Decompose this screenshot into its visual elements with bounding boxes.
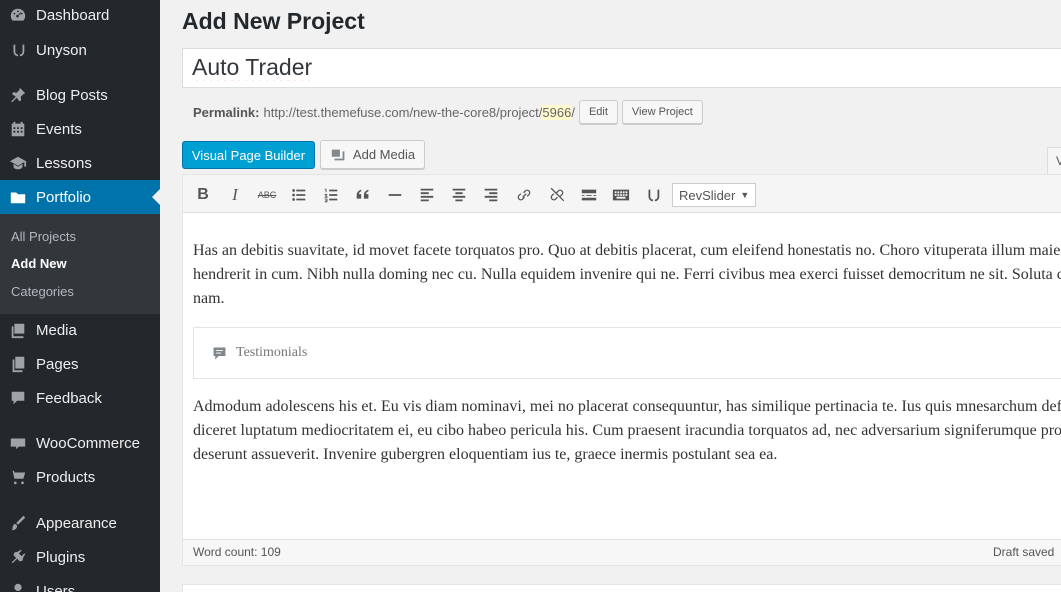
sidebar-item-dashboard[interactable]: Dashboard <box>0 0 160 32</box>
numbered-list-icon[interactable] <box>321 185 341 205</box>
submenu-categories[interactable]: Categories <box>11 284 74 299</box>
sidebar-item-woocommerce[interactable]: WooCommerce <box>0 426 160 460</box>
users-icon <box>9 582 27 592</box>
align-right-icon[interactable] <box>481 185 501 205</box>
add-media-button[interactable]: Add Media <box>320 140 425 169</box>
sidebar-item-blog-posts[interactable]: Blog Posts <box>0 78 160 112</box>
post-title-field[interactable] <box>182 48 1061 88</box>
add-media-label: Add Media <box>352 147 416 162</box>
post-editor: B I ABC RevSlider ▼ Has an debitis suavi… <box>182 174 1061 566</box>
horizontal-line-icon[interactable] <box>385 185 405 205</box>
sidebar-item-label: WooCommerce <box>36 434 140 452</box>
revslider-dropdown[interactable]: RevSlider ▼ <box>672 183 756 207</box>
sidebar-item-label: Blog Posts <box>36 86 108 104</box>
dashboard-icon <box>9 6 27 24</box>
woo-icon <box>9 434 27 452</box>
unyson-icon <box>9 41 27 59</box>
sidebar-item-events[interactable]: Events <box>0 112 160 146</box>
revslider-label: RevSlider <box>679 187 736 203</box>
sidebar-item-label: Feedback <box>36 389 102 407</box>
editor-content-2[interactable]: Admodum adolescens his et. Eu vis diam n… <box>193 395 1061 467</box>
italic-icon[interactable]: I <box>225 185 245 205</box>
testimonials-label: Testimonials <box>236 345 308 360</box>
editor-toolbar: B I ABC RevSlider ▼ <box>183 175 1061 213</box>
sidebar-item-portfolio[interactable]: Portfolio <box>0 180 160 214</box>
add-media-icon <box>330 146 348 164</box>
sidebar-item-label: Pages <box>36 355 79 373</box>
strikethrough-icon[interactable]: ABC <box>257 185 277 205</box>
plugin-icon <box>9 548 27 566</box>
edit-permalink-button[interactable]: Edit <box>578 100 618 124</box>
align-left-icon[interactable] <box>417 185 437 205</box>
word-count: Word count: 109 <box>193 545 281 559</box>
bold-icon[interactable]: B <box>193 185 213 205</box>
comment-icon <box>9 389 27 407</box>
brush-icon <box>9 514 27 532</box>
sidebar-item-label: Media <box>36 321 77 339</box>
sidebar-item-unyson[interactable]: Unyson <box>0 33 160 67</box>
sidebar-item-label: Lessons <box>36 154 92 172</box>
sidebar-item-label: Users <box>36 582 76 592</box>
permalink-base: http://test.themefuse.com/new-the-core8/… <box>263 104 543 120</box>
permalink-tail: / <box>571 104 575 120</box>
post-title-input[interactable] <box>192 54 1052 81</box>
blockquote-icon[interactable] <box>353 185 373 205</box>
align-center-icon[interactable] <box>449 185 469 205</box>
editor-tab-visual[interactable]: V <box>1047 147 1061 174</box>
sidebar-item-appearance[interactable]: Appearance <box>0 506 160 540</box>
page-title: Add New Project <box>182 8 365 34</box>
sidebar-item-label: Events <box>36 120 82 138</box>
admin-sidebar: Dashboard Unyson Blog Posts Events Lesso… <box>0 0 160 592</box>
visual-page-builder-button[interactable]: Visual Page Builder <box>182 141 315 169</box>
sidebar-item-pages[interactable]: Pages <box>0 347 160 381</box>
mortarboard-icon <box>9 154 27 172</box>
content-paragraph-1[interactable]: Has an debitis suavitate, id movet facet… <box>193 239 1061 311</box>
editor-content[interactable]: Has an debitis suavitate, id movet facet… <box>193 239 1061 311</box>
pin-icon <box>9 86 27 104</box>
sidebar-item-users[interactable]: Users <box>0 574 160 592</box>
bullet-list-icon[interactable] <box>289 185 309 205</box>
chevron-down-icon: ▼ <box>740 190 750 200</box>
sidebar-item-products[interactable]: Products <box>0 460 160 494</box>
next-metabox <box>182 584 1061 592</box>
sidebar-item-label: Products <box>36 468 96 486</box>
sidebar-item-label: Plugins <box>36 548 86 566</box>
pages-icon <box>9 355 27 373</box>
sidebar-item-plugins[interactable]: Plugins <box>0 540 160 574</box>
sidebar-item-feedback[interactable]: Feedback <box>0 381 160 415</box>
portfolio-submenu: All Projects Add New Categories <box>0 214 160 314</box>
active-indicator <box>152 189 160 205</box>
unlink-icon[interactable] <box>547 185 567 205</box>
permalink-label: Permalink: <box>193 104 260 120</box>
sidebar-item-media[interactable]: Media <box>0 313 160 347</box>
keyboard-icon[interactable] <box>611 185 631 205</box>
submenu-add-new[interactable]: Add New <box>11 256 67 271</box>
read-more-icon[interactable] <box>579 185 599 205</box>
permalink-row: Permalink: http://test.themefuse.com/new… <box>193 100 703 124</box>
content-paragraph-2[interactable]: Admodum adolescens his et. Eu vis diam n… <box>193 395 1061 467</box>
permalink-slug[interactable]: 5966 <box>542 104 572 120</box>
testimonials-shortcode-block[interactable]: Testimonials <box>193 327 1061 379</box>
sidebar-item-label: Dashboard <box>36 6 110 24</box>
submenu-all-projects[interactable]: All Projects <box>11 229 76 244</box>
editor-status-bar: Word count: 109 Draft saved <box>183 539 1061 565</box>
sidebar-item-lessons[interactable]: Lessons <box>0 146 160 180</box>
media-icon <box>9 321 27 339</box>
draft-status: Draft saved <box>993 545 1055 559</box>
unyson-shortcode-icon[interactable] <box>643 185 663 205</box>
view-project-button[interactable]: View Project <box>621 100 703 124</box>
sidebar-item-label: Unyson <box>36 41 87 59</box>
cart-icon <box>9 468 27 486</box>
sidebar-item-label: Appearance <box>36 514 117 532</box>
testimonials-icon <box>211 345 228 362</box>
sidebar-item-label: Portfolio <box>36 188 92 206</box>
calendar-icon <box>9 120 27 138</box>
folder-icon <box>9 188 27 206</box>
link-icon[interactable] <box>514 185 534 205</box>
